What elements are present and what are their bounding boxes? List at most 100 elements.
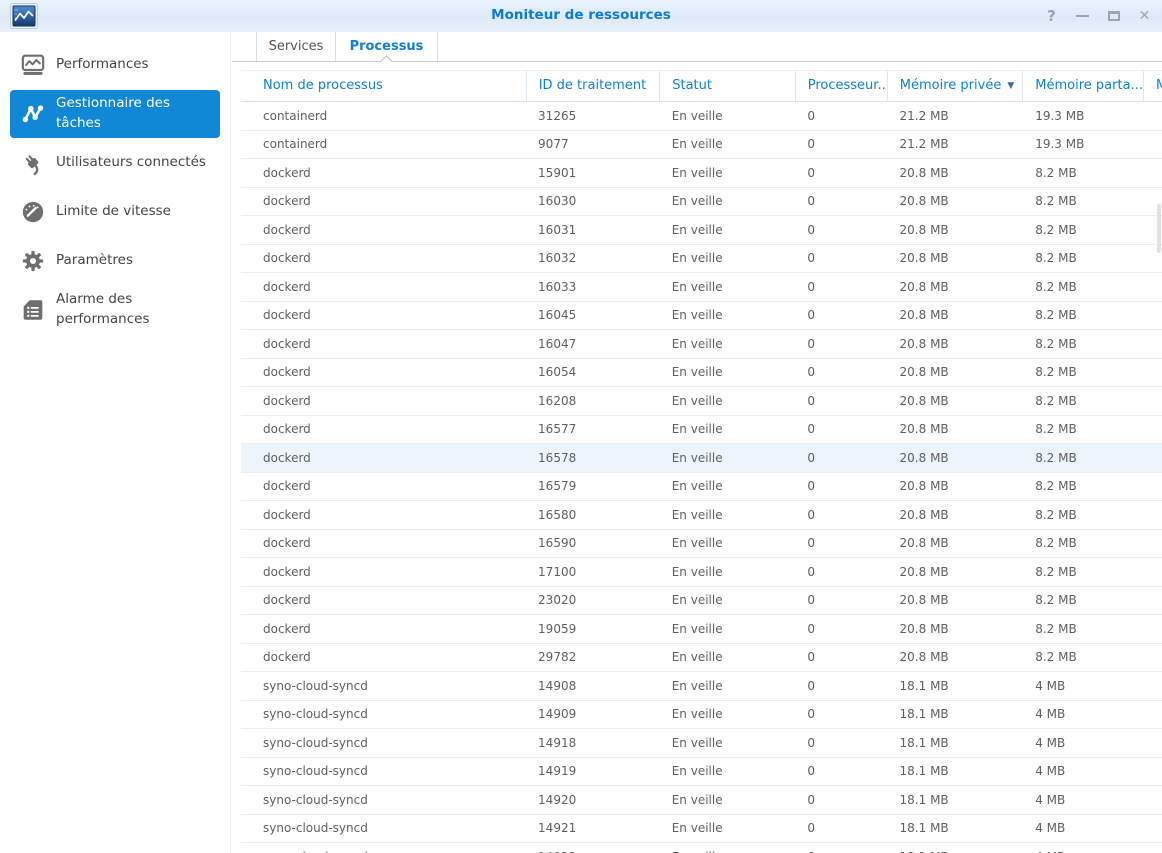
tab-services[interactable]: Services [256, 32, 336, 61]
cell-cpu: 0 [807, 336, 816, 351]
cell-shared-memory: 8.2 MB [1035, 251, 1077, 266]
sidebar-item-limite-de-vitesse[interactable]: Limite de vitesse [10, 188, 220, 236]
vertical-scrollbar[interactable] [1157, 204, 1161, 253]
table-row[interactable]: syno-cloud-syncd14922En veille018.1 MB4 … [241, 843, 1162, 853]
cell-status: En veille [671, 165, 723, 180]
sidebar-item-alarme-des-performances[interactable]: Alarme des performances [10, 286, 220, 334]
cell-shared-memory: 8.2 MB [1035, 479, 1077, 494]
table-row[interactable]: dockerd 29782 En veille 0 20.8 MB 8.2 MB [241, 644, 1162, 672]
table-row[interactable]: dockerd 16579 En veille 0 20.8 MB 8.2 MB [241, 473, 1162, 501]
table-row[interactable]: dockerd 16045 En veille 0 20.8 MB 8.2 MB [241, 302, 1162, 330]
column-header-processeur[interactable]: Processeur... [794, 71, 887, 101]
sidebar-item-label: Limite de vitesse [56, 203, 171, 220]
cell-pid: 15901 [538, 165, 577, 180]
table-row[interactable]: dockerd 17100 En veille 0 20.8 MB 8.2 MB [241, 558, 1162, 587]
gear-icon [20, 248, 46, 274]
table-row[interactable]: dockerd 16032 En veille 0 20.8 MB 8.2 MB [241, 245, 1162, 273]
table-row[interactable]: dockerd 16580 En veille 0 20.8 MB 8.2 MB [241, 501, 1162, 530]
cell-shared-memory: 4 MB [1035, 678, 1066, 693]
maximize-icon [1107, 11, 1120, 21]
cell-pid: 16033 [538, 279, 577, 294]
cell-private-memory: 20.8 MB [899, 222, 949, 237]
minimize-button[interactable] [1067, 2, 1098, 30]
table-row[interactable]: dockerd 16208 En veille 0 20.8 MB 8.2 MB [241, 387, 1162, 416]
cell-status: En veille [671, 678, 723, 693]
table-row[interactable]: containerd 9077 En veille 0 21.2 MB 19.3 MB [241, 131, 1162, 159]
sidebar-item-label: Alarme des performances [56, 291, 150, 327]
sort-descending-icon: ▼ [1007, 81, 1015, 91]
cell-name: containerd [263, 137, 328, 152]
cell-status: En veille [671, 764, 723, 779]
table-row[interactable]: dockerd 16578 En veille 0 20.8 MB 8.2 MB [241, 444, 1162, 473]
cell-name: dockerd [263, 251, 311, 266]
cell-status: En veille [671, 707, 723, 722]
plug-icon [20, 150, 46, 176]
column-header-m[interactable]: M [1142, 71, 1162, 101]
cell-private-memory: 20.8 MB [899, 479, 949, 494]
cell-private-memory: 18.1 MB [899, 707, 949, 722]
table-row[interactable]: dockerd 16577 En veille 0 20.8 MB 8.2 MB [241, 416, 1162, 444]
close-icon: ✕ [1138, 8, 1151, 24]
cell-cpu: 0 [807, 650, 816, 665]
table-row[interactable]: dockerd 15901 En veille 0 20.8 MB 8.2 MB [241, 159, 1162, 188]
cell-cpu: 0 [807, 792, 816, 807]
cell-cpu: 0 [807, 450, 816, 465]
table-row[interactable]: syno-cloud-syncd 14909 En veille 0 18.1 MB 4 … [241, 701, 1162, 729]
table-row[interactable]: dockerd 16054 En veille 0 20.8 MB 8.2 MB [241, 359, 1162, 387]
cell-name: syno-cloud-syncd [263, 735, 368, 750]
table-row[interactable]: dockerd 16590 En veille 0 20.8 MB 8.2 MB [241, 530, 1162, 558]
close-button[interactable]: ✕ [1129, 2, 1160, 30]
table-row[interactable]: dockerd 23020 En veille 0 20.8 MB 8.2 MB [241, 587, 1162, 615]
tab-strip: Services Processus [232, 32, 1162, 68]
cell-pid: 16031 [538, 222, 577, 237]
cell-name: dockerd [263, 593, 311, 608]
table-row[interactable]: dockerd 19059 En veille 0 20.8 MB 8.2 MB [241, 615, 1162, 644]
help-button[interactable]: ? [1036, 2, 1067, 30]
cell-cpu: 0 [807, 821, 816, 836]
cell-status: En veille [671, 137, 723, 152]
cell-private-memory: 20.8 MB [899, 279, 949, 294]
table-row[interactable]: dockerd 16030 En veille 0 20.8 MB 8.2 MB [241, 188, 1162, 216]
table-row[interactable]: syno-cloud-syncd 14920 En veille 0 18.1 MB 4 … [241, 786, 1162, 815]
cell-pid: 16590 [538, 536, 577, 551]
cell-name: containerd [263, 108, 328, 123]
performance-chart-icon [20, 52, 46, 78]
cell-status: En veille [671, 821, 723, 836]
table-row[interactable]: syno-cloud-syncd 14918 En veille 0 18.1 MB 4 … [241, 729, 1162, 758]
table-row[interactable]: dockerd 16033 En veille 0 20.8 MB 8.2 MB [241, 273, 1162, 302]
sidebar-item-performances[interactable]: Performances [10, 41, 220, 89]
cell-shared-memory: 8.2 MB [1035, 621, 1077, 636]
column-header-m-moire-parta[interactable]: Mémoire parta... [1022, 71, 1143, 101]
sidebar-item-label: Gestionnaire des tâches [56, 95, 170, 131]
cell-pid: 14909 [538, 707, 577, 722]
table-row[interactable]: syno-cloud-syncd 14921 En veille 0 18.1 MB 4 … [241, 815, 1162, 843]
cell-private-memory: 20.8 MB [899, 507, 949, 522]
cell-pid: 16579 [538, 479, 577, 494]
table-row[interactable]: syno-cloud-syncd 14919 En veille 0 18.1 MB 4 … [241, 758, 1162, 786]
table-row[interactable]: syno-cloud-syncd 14908 En veille 0 18.1 MB 4 … [241, 672, 1162, 701]
column-header-m-moire-priv-e[interactable]: Mémoire privée ▼ [886, 71, 1023, 101]
cell-shared-memory: 4 MB [1035, 735, 1066, 750]
column-header-id-de-traitement[interactable]: ID de traitement [525, 71, 660, 101]
sidebar-item-utilisateurs-connect-s[interactable]: Utilisateurs connectés [10, 139, 220, 187]
cell-private-memory: 20.8 MB [899, 393, 949, 408]
sidebar-item-param-tres[interactable]: Paramètres [10, 237, 220, 285]
cell-pid: 14908 [538, 678, 577, 693]
sidebar-item-label: Utilisateurs connectés [56, 154, 206, 171]
table-header-row: Nom de processus ID de traitement Statut Pr… [241, 70, 1162, 102]
table-row[interactable]: containerd 31265 En veille 0 21.2 MB 19.3 MB [241, 102, 1162, 131]
sidebar-item-gestionnaire-des-t-ches[interactable]: Gestionnaire des tâches [10, 90, 220, 138]
cell-status: En veille [671, 336, 723, 351]
cell-private-memory: 18.1 MB [899, 735, 949, 750]
column-header-statut[interactable]: Statut [659, 71, 795, 101]
table-row[interactable]: dockerd 16047 En veille 0 20.8 MB 8.2 MB [241, 330, 1162, 359]
cell-private-memory: 20.8 MB [899, 365, 949, 380]
cell-cpu: 0 [807, 564, 816, 579]
cell-cpu: 0 [807, 735, 816, 750]
table-row[interactable]: dockerd 16031 En veille 0 20.8 MB 8.2 MB [241, 216, 1162, 245]
column-header-nom-de-processus[interactable]: Nom de processus [241, 71, 526, 101]
maximize-button[interactable] [1098, 2, 1129, 30]
cell-name: syno-cloud-syncd [263, 678, 368, 693]
help-icon: ? [1047, 7, 1056, 25]
cell-private-memory: 20.8 MB [899, 536, 949, 551]
